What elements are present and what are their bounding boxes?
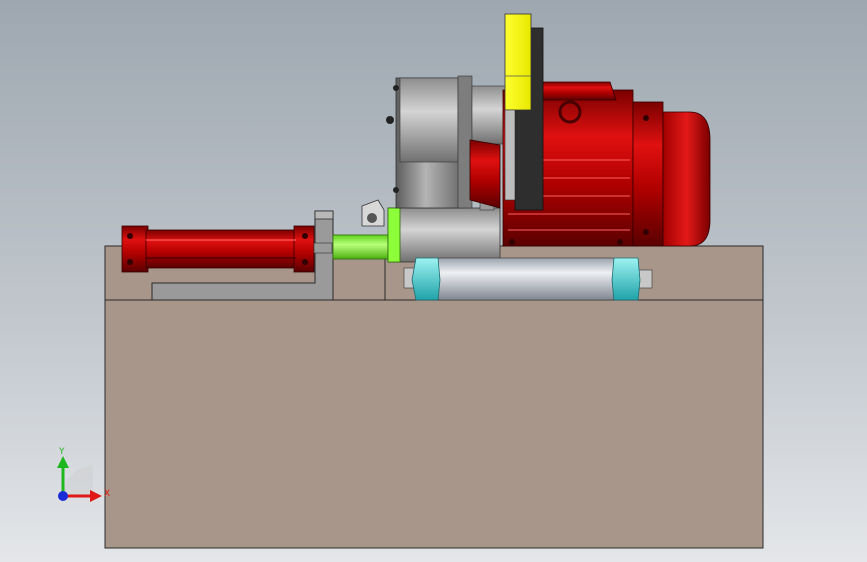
- hydraulic-cylinder[interactable]: [121, 225, 315, 273]
- z-axis-dot: [58, 491, 68, 501]
- rod-end[interactable]: [313, 242, 333, 254]
- shaft-clamp[interactable]: [361, 199, 385, 227]
- cad-model-view[interactable]: Y X: [0, 0, 867, 562]
- coupling-housing[interactable]: [387, 199, 501, 263]
- x-axis-arrow: [90, 490, 102, 502]
- graphics-viewport[interactable]: Y X: [0, 0, 867, 562]
- green-shaft[interactable]: [332, 234, 394, 260]
- y-axis-label: Y: [58, 447, 65, 457]
- coordinate-triad: Y X: [57, 447, 110, 502]
- x-axis-label: X: [104, 489, 110, 499]
- roller-assembly[interactable]: [403, 257, 653, 301]
- y-axis-arrow: [57, 456, 69, 468]
